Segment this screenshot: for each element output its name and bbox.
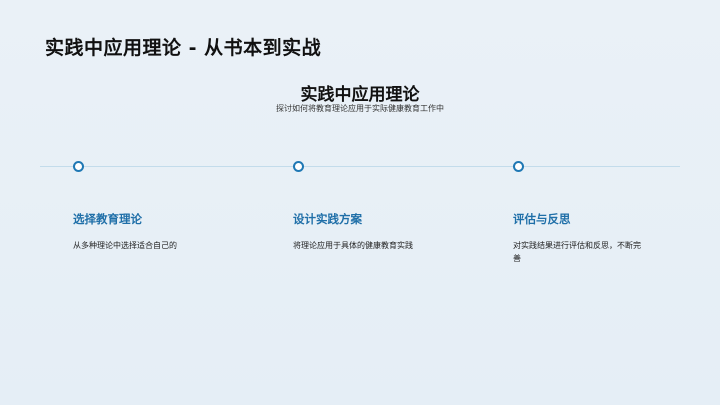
section-heading: 实践中应用理论 xyxy=(300,85,420,105)
step-description-1: 从多种理论中选择适合自己的 xyxy=(73,241,177,250)
step-title-3: 评估与反思 xyxy=(513,212,571,226)
timeline-line xyxy=(40,166,680,167)
step-title-2: 设计实践方案 xyxy=(293,212,362,226)
section-subheading: 探讨如何将教育理论应用于实际健康教育工作中 xyxy=(276,104,444,113)
step-description-2: 将理论应用于具体的健康教育实践 xyxy=(293,241,413,250)
slide: 实践中应用理论 - 从书本到实战 实践中应用理论 探讨如何将教育理论应用于实际健… xyxy=(0,0,720,405)
slide-title: 实践中应用理论 - 从书本到实战 xyxy=(45,37,322,59)
timeline-node-3 xyxy=(513,161,524,172)
timeline-node-2 xyxy=(293,161,304,172)
step-title-1: 选择教育理论 xyxy=(73,212,142,226)
step-description-3: 对实践结果进行评估和反思，不断完善 xyxy=(513,241,641,263)
timeline-node-1 xyxy=(73,161,84,172)
